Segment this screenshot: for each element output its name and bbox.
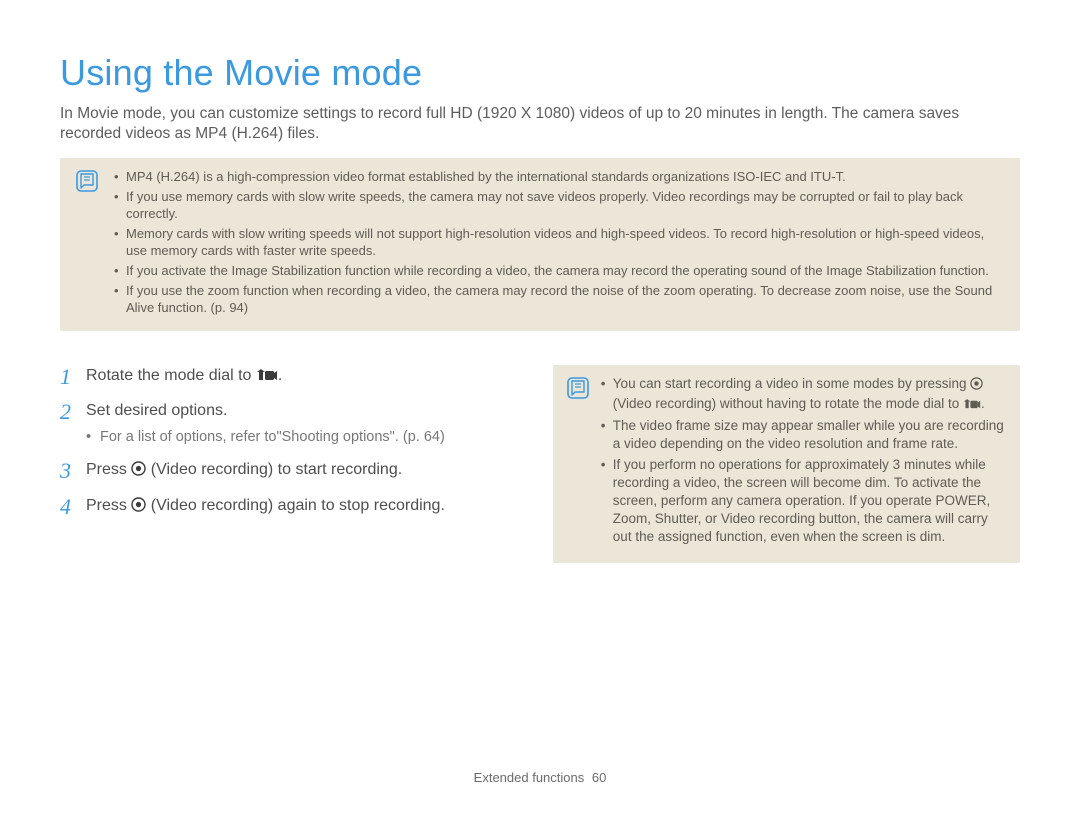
- step-1: 1 Rotate the mode dial to .: [60, 365, 521, 389]
- footer-page-number: 60: [592, 770, 606, 785]
- note-list-side: You can start recording a video in some …: [601, 375, 1006, 549]
- step-3: 3 Press (Video recording) to start recor…: [60, 459, 521, 483]
- page-footer: Extended functions 60: [0, 770, 1080, 785]
- note-item: The video frame size may appear smaller …: [601, 417, 1006, 453]
- note-item: If you activate the Image Stabilization …: [114, 262, 1004, 280]
- two-column-layout: 1 Rotate the mode dial to . 2 Set desire…: [60, 365, 1020, 563]
- note-item: If you perform no operations for approxi…: [601, 456, 1006, 547]
- step-body: Rotate the mode dial to .: [86, 365, 521, 389]
- note-text: .: [981, 396, 985, 411]
- note-box-side: You can start recording a video in some …: [553, 365, 1020, 563]
- step-number: 3: [60, 460, 86, 482]
- note-text: You can start recording a video in some …: [613, 376, 970, 391]
- step-text-mid: (Video recording) again to stop recordin…: [146, 497, 445, 514]
- note-item: You can start recording a video in some …: [601, 375, 1006, 415]
- step-number: 2: [60, 401, 86, 423]
- step-2: 2 Set desired options. For a list of opt…: [60, 400, 521, 447]
- footer-section: Extended functions: [474, 770, 585, 785]
- steps-column: 1 Rotate the mode dial to . 2 Set desire…: [60, 365, 521, 563]
- step-number: 4: [60, 496, 86, 518]
- step-text: Rotate the mode dial to: [86, 367, 256, 384]
- movie-mode-icon: [256, 367, 278, 389]
- step-body: Press (Video recording) again to stop re…: [86, 495, 521, 519]
- record-button-icon: [970, 377, 983, 395]
- step-4: 4 Press (Video recording) again to stop …: [60, 495, 521, 519]
- step-text-post: .: [278, 367, 282, 384]
- step-body: Set desired options. For a list of optio…: [86, 400, 521, 447]
- note-item: If you use memory cards with slow write …: [114, 188, 1004, 223]
- intro-paragraph: In Movie mode, you can customize setting…: [60, 104, 1020, 144]
- note-icon: [76, 170, 98, 192]
- note-item: If you use the zoom function when record…: [114, 282, 1004, 317]
- note-box-top: MP4 (H.264) is a high-compression video …: [60, 158, 1020, 330]
- step-text-mid: (Video recording) to start recording.: [146, 461, 402, 478]
- step-text: Press: [86, 497, 131, 514]
- step-text: Press: [86, 461, 131, 478]
- note-list-top: MP4 (H.264) is a high-compression video …: [114, 168, 1004, 318]
- side-note-column: You can start recording a video in some …: [553, 365, 1020, 563]
- steps-list: 1 Rotate the mode dial to . 2 Set desire…: [60, 365, 521, 519]
- note-icon: [567, 377, 589, 399]
- page-title: Using the Movie mode: [60, 52, 1020, 94]
- movie-mode-icon: [963, 397, 981, 415]
- note-text: (Video recording) without having to rota…: [613, 396, 963, 411]
- page-content: Using the Movie mode In Movie mode, you …: [0, 0, 1080, 563]
- step-text: Set desired options.: [86, 402, 227, 419]
- note-item: Memory cards with slow writing speeds wi…: [114, 225, 1004, 260]
- step-body: Press (Video recording) to start recordi…: [86, 459, 521, 483]
- step-number: 1: [60, 366, 86, 388]
- record-button-icon: [131, 497, 146, 519]
- note-item: MP4 (H.264) is a high-compression video …: [114, 168, 1004, 186]
- step-sub-item: For a list of options, refer to"Shooting…: [86, 428, 521, 448]
- step-sublist: For a list of options, refer to"Shooting…: [86, 428, 521, 448]
- record-button-icon: [131, 461, 146, 483]
